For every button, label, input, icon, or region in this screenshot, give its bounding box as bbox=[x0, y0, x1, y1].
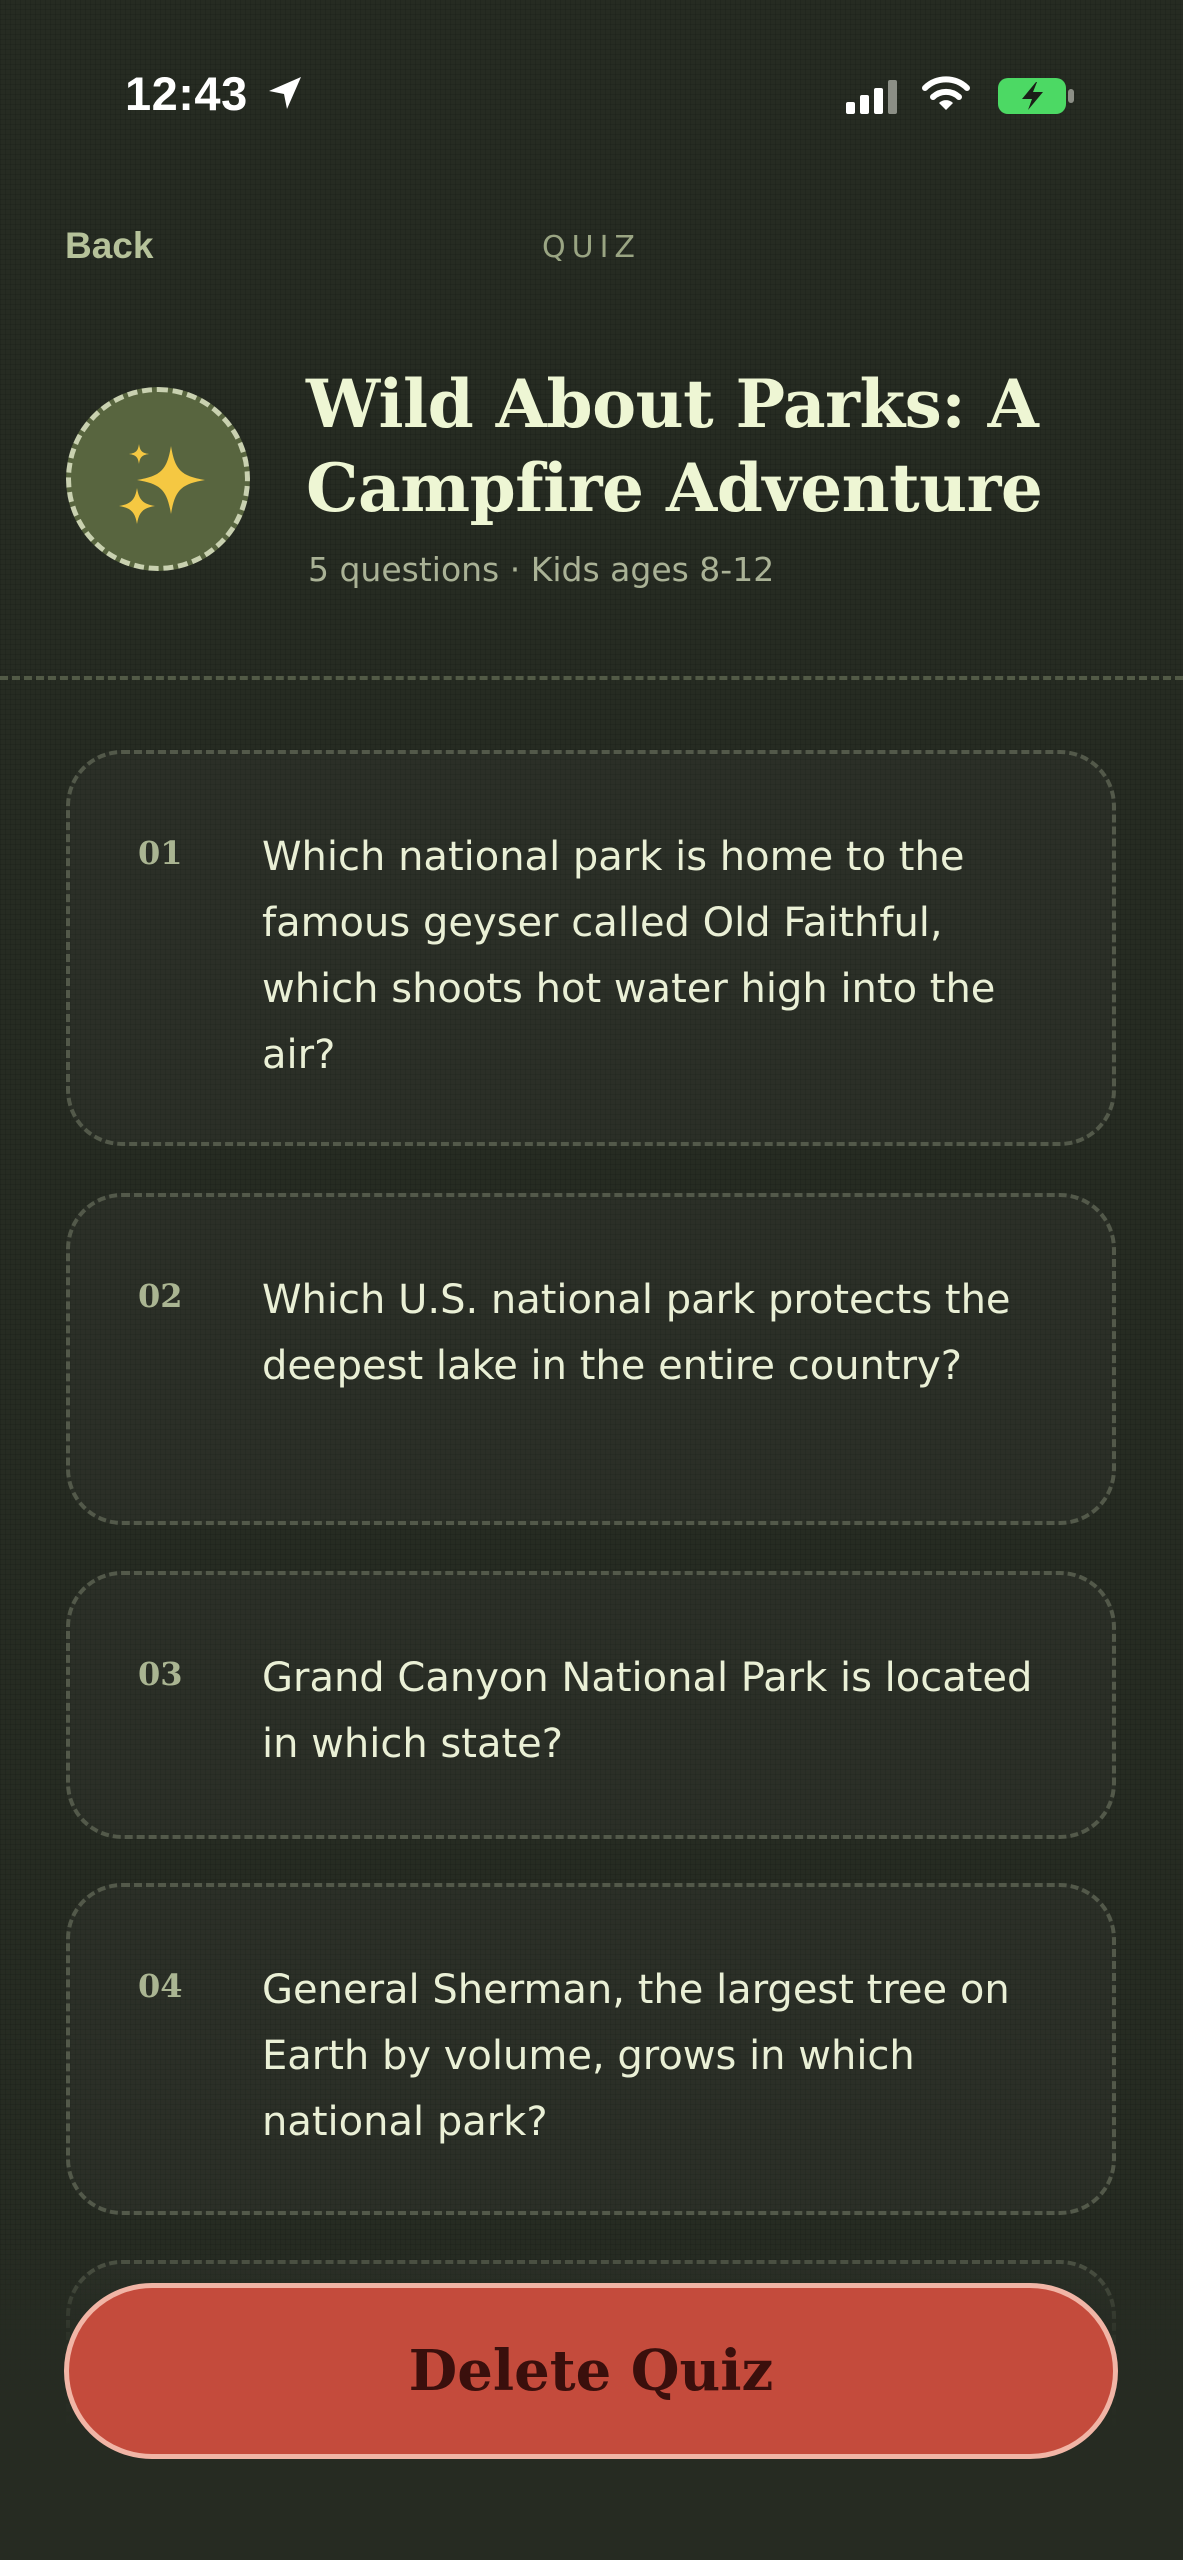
wifi-icon bbox=[922, 76, 970, 110]
question-text: Grand Canyon National Park is located in… bbox=[262, 1655, 1033, 1767]
question-text: Which national park is home to the famou… bbox=[262, 834, 996, 1078]
question-number: 03 bbox=[138, 1655, 183, 1693]
question-text: Which U.S. national park protects the de… bbox=[262, 1277, 1011, 1389]
location-arrow-icon bbox=[269, 77, 301, 109]
status-time: 12:43 bbox=[125, 67, 248, 120]
question-number: 01 bbox=[138, 834, 183, 872]
header-divider bbox=[0, 676, 1183, 680]
delete-quiz-button[interactable]: Delete Quiz bbox=[64, 2283, 1118, 2459]
quiz-meta: 5 questions · Kids ages 8-12 bbox=[308, 550, 775, 589]
question-number: 04 bbox=[138, 1967, 183, 2005]
question-card[interactable]: 02 Which U.S. national park protects the… bbox=[66, 1193, 1116, 1525]
question-card[interactable]: 01 Which national park is home to the fa… bbox=[66, 750, 1116, 1146]
nav-title: QUIZ bbox=[542, 230, 641, 265]
question-card[interactable]: 04 General Sherman, the largest tree on … bbox=[66, 1883, 1116, 2215]
question-number: 02 bbox=[138, 1277, 183, 1315]
question-card[interactable]: 03 Grand Canyon National Park is located… bbox=[66, 1571, 1116, 1839]
quiz-title: Wild About Parks: A Campfire Adventure bbox=[306, 365, 1043, 527]
status-bar: 12:43 bbox=[0, 0, 1183, 150]
cellular-signal-icon bbox=[846, 80, 897, 114]
quiz-badge bbox=[66, 387, 250, 571]
sparkles-icon bbox=[119, 444, 205, 524]
question-text: General Sherman, the largest tree on Ear… bbox=[262, 1967, 1010, 2145]
battery-charging-icon bbox=[998, 78, 1074, 114]
